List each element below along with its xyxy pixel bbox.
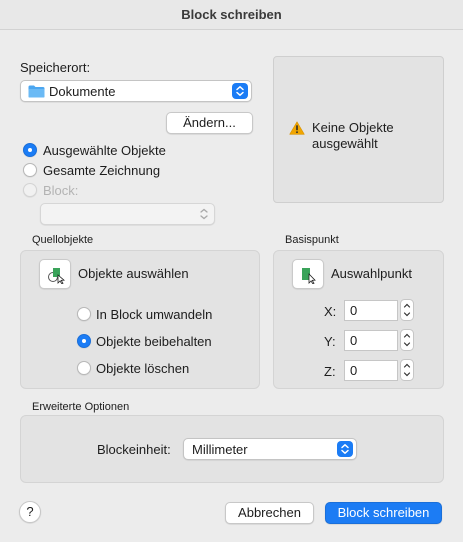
radio-entire-drawing-label: Gesamte Zeichnung <box>43 163 161 178</box>
write-block-button[interactable]: Block schreiben <box>325 502 442 524</box>
pick-point-button[interactable] <box>292 259 324 289</box>
location-label: Speicherort: <box>20 60 91 75</box>
select-objects-label: Objekte auswählen <box>78 266 189 281</box>
z-label: Z: <box>324 364 336 379</box>
popup-chevron-icon <box>232 83 248 99</box>
pick-point-label: Auswahlpunkt <box>331 266 412 281</box>
select-objects-button[interactable] <box>39 259 71 289</box>
base-point-group: Auswahlpunkt X: 0 Y: 0 Z: 0 <box>273 250 444 389</box>
block-popup-chevron-icon <box>198 207 210 224</box>
z-stepper-icon[interactable] <box>400 359 414 381</box>
select-objects-icon <box>47 266 65 287</box>
block-popup[interactable] <box>40 203 215 225</box>
x-input[interactable]: 0 <box>344 300 398 321</box>
x-label: X: <box>324 304 337 319</box>
radio-delete-objects-label: Objekte löschen <box>96 361 190 376</box>
radio-block[interactable] <box>23 183 37 197</box>
radio-entire-drawing[interactable] <box>23 163 37 177</box>
radio-retain-objects[interactable] <box>77 334 91 348</box>
block-unit-popup[interactable]: Millimeter <box>183 438 357 460</box>
y-input[interactable]: 0 <box>344 330 398 351</box>
preview-panel: Keine Objekte ausgewählt <box>273 56 444 203</box>
preview-message: Keine Objekte ausgewählt <box>312 120 394 151</box>
location-popup[interactable]: Dokumente <box>20 80 252 102</box>
block-unit-value: Millimeter <box>192 442 248 457</box>
folder-icon <box>28 85 45 101</box>
block-unit-chevron-icon <box>337 441 353 457</box>
radio-block-label: Block: <box>43 183 79 198</box>
cancel-button[interactable]: Abbrechen <box>225 502 314 524</box>
radio-convert-to-block[interactable] <box>77 307 91 321</box>
source-objects-title: Quellobjekte <box>32 234 94 246</box>
radio-delete-objects[interactable] <box>77 361 91 375</box>
change-location-button[interactable]: Ändern... <box>166 112 253 134</box>
advanced-options-group: Blockeinheit: Millimeter <box>20 415 444 483</box>
pick-point-icon <box>300 266 318 287</box>
block-unit-label: Blockeinheit: <box>97 442 171 457</box>
location-value: Dokumente <box>49 84 116 99</box>
radio-retain-objects-label: Objekte beibehalten <box>96 334 212 349</box>
base-point-title: Basispunkt <box>285 234 339 246</box>
window-title: Block schreiben <box>0 0 463 30</box>
advanced-options-title: Erweiterte Optionen <box>32 401 130 413</box>
source-objects-group: Objekte auswählen In Block umwandeln Obj… <box>20 250 260 389</box>
y-label: Y: <box>324 334 336 349</box>
y-stepper-icon[interactable] <box>400 329 414 351</box>
x-stepper-icon[interactable] <box>400 299 414 321</box>
radio-selected-objects[interactable] <box>23 143 37 157</box>
radio-selected-objects-label: Ausgewählte Objekte <box>43 143 166 158</box>
radio-convert-to-block-label: In Block umwandeln <box>96 307 213 322</box>
z-input[interactable]: 0 <box>344 360 398 381</box>
warning-icon <box>289 121 305 138</box>
help-button[interactable]: ? <box>19 501 41 523</box>
